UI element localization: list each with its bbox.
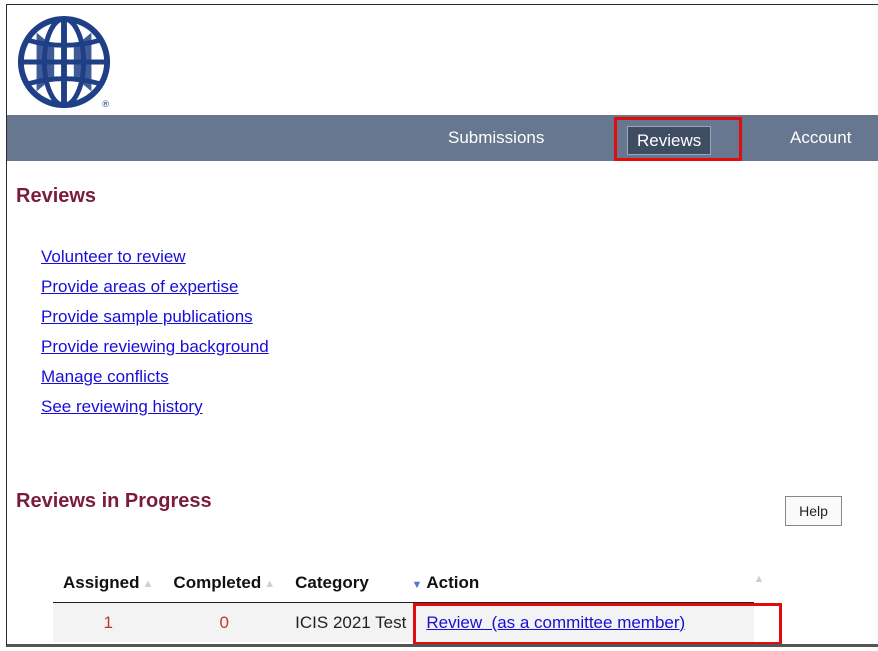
reviewing-history-link[interactable]: See reviewing history (41, 397, 203, 416)
list-item: Volunteer to review (41, 242, 269, 272)
reviews-table: Assigned ▲ Completed ▲ Category ▼ Action ▲ 1… (53, 564, 783, 644)
category-cell: ICIS 2021 Test (285, 602, 417, 642)
list-item: See reviewing history (41, 392, 269, 422)
table-row: 1 0 ICIS 2021 Test Review (as a committe… (53, 602, 783, 644)
page-frame: ® Submissions Reviews Account Reviews Vo… (6, 4, 878, 647)
review-committee-member-link[interactable]: Review (as a committee member) (426, 613, 685, 632)
areas-of-expertise-link[interactable]: Provide areas of expertise (41, 277, 239, 296)
nav-item-reviews[interactable]: Reviews (627, 126, 712, 155)
nav-item-account[interactable]: Account (790, 115, 851, 161)
globe-logo-icon[interactable]: ® (15, 13, 113, 111)
column-header-category[interactable]: Category ▼ (285, 564, 422, 603)
review-links-list: Volunteer to review Provide areas of exp… (41, 242, 269, 422)
nav-reviews-highlight: Reviews (614, 117, 742, 161)
action-cell: Review (as a committee member) (413, 602, 783, 644)
sort-icon: ▲ (264, 577, 276, 590)
sample-publications-link[interactable]: Provide sample publications (41, 307, 253, 326)
help-button[interactable]: Help (785, 496, 842, 526)
volunteer-to-review-link[interactable]: Volunteer to review (41, 247, 186, 266)
table-header-row: Assigned ▲ Completed ▲ Category ▼ Action ▲ (53, 564, 764, 603)
column-header-action[interactable]: Action ▲ (416, 564, 764, 603)
column-header-assigned[interactable]: Assigned ▲ (53, 564, 164, 603)
list-item: Provide sample publications (41, 302, 269, 332)
svg-text:®: ® (101, 100, 110, 110)
reviewing-background-link[interactable]: Provide reviewing background (41, 337, 269, 356)
top-navbar: Submissions Reviews Account (7, 115, 878, 161)
reviews-in-progress-title: Reviews in Progress (16, 490, 212, 512)
nav-item-submissions[interactable]: Submissions (448, 115, 544, 161)
list-item: Manage conflicts (41, 362, 269, 392)
manage-conflicts-link[interactable]: Manage conflicts (41, 367, 169, 386)
page-title: Reviews (16, 185, 97, 207)
sort-icon: ▲ (142, 577, 154, 590)
list-item: Provide reviewing background (41, 332, 269, 362)
assigned-cell: 1 (53, 602, 164, 642)
completed-cell: 0 (163, 602, 286, 642)
sort-icon: ▲ (753, 573, 765, 585)
column-header-completed[interactable]: Completed ▲ (163, 564, 286, 603)
list-item: Provide areas of expertise (41, 272, 269, 302)
